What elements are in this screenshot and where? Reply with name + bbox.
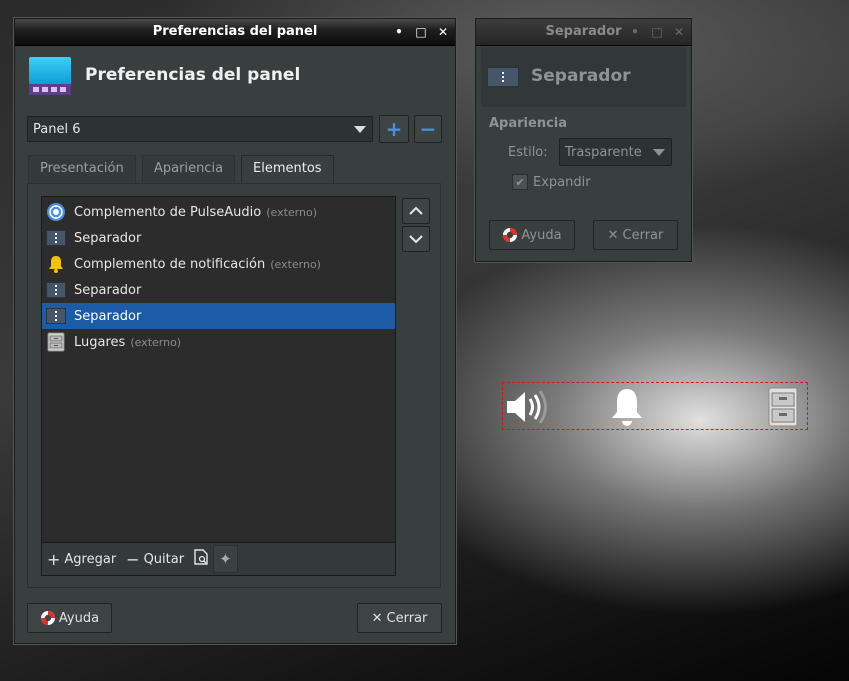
remove-item-button[interactable]: − Quitar (121, 545, 189, 573)
list-item-label: Complemento de notificación (74, 256, 266, 272)
close-button[interactable]: ✕ Cerrar (593, 220, 678, 250)
list-item-label: Separador (74, 282, 142, 298)
list-toolbar: + Agregar − Quitar ✦ (42, 542, 395, 575)
chevron-down-icon (354, 126, 366, 133)
window-titlebar[interactable]: Preferencias del panel • □ ✕ (15, 19, 455, 46)
section-label: Apariencia (489, 116, 568, 131)
list-item[interactable]: Complemento de PulseAudio (externo) (42, 199, 395, 225)
bell-icon[interactable] (609, 386, 645, 428)
page-title: Preferencias del panel (85, 65, 301, 85)
close-button[interactable]: ✕ Cerrar (357, 603, 442, 633)
remove-panel-button[interactable]: − (414, 115, 442, 143)
dialog-title: Separador (531, 66, 631, 86)
tab-elementos[interactable]: Elementos (241, 155, 334, 184)
item-properties-button[interactable] (189, 545, 213, 573)
separator-icon (46, 306, 66, 326)
list-item[interactable]: Separador (42, 225, 395, 251)
help-button[interactable]: Ayuda (489, 220, 575, 250)
list-item[interactable]: Complemento de notificación (externo) (42, 251, 395, 277)
chevron-up-icon (409, 206, 423, 215)
help-label: Ayuda (58, 610, 100, 626)
tab-presentacion[interactable]: Presentación (28, 155, 136, 183)
move-down-button[interactable] (402, 226, 430, 252)
close-label: Cerrar (386, 610, 428, 626)
list-item-label: Lugares (74, 334, 126, 350)
volume-icon[interactable] (505, 387, 549, 427)
tab-label: Apariencia (154, 161, 224, 176)
list-item-label: Separador (74, 308, 142, 324)
pulseaudio-icon (46, 202, 66, 222)
style-select-value: Trasparente (565, 144, 642, 160)
remove-item-label: Quitar (143, 551, 185, 567)
dialog-header: Separador (481, 47, 686, 107)
plus-icon: + (385, 117, 403, 141)
add-item-button[interactable]: + Agregar (42, 545, 121, 573)
list-item-extra: (externo) (266, 205, 317, 219)
help-button[interactable]: Ayuda (27, 603, 112, 633)
list-item-label: Separador (74, 230, 142, 246)
minimize-icon[interactable]: • (629, 19, 641, 45)
checkbox-checked-icon: ✔ (512, 174, 528, 190)
expand-checkbox[interactable]: ✔ Expandir (512, 174, 591, 190)
list-item-selected[interactable]: Separador (42, 303, 395, 329)
list-item-label: Complemento de PulseAudio (74, 204, 262, 220)
places-icon[interactable] (767, 386, 799, 428)
tab-label: Presentación (40, 161, 124, 176)
minus-icon: − (126, 549, 140, 569)
separator-window: Separador • □ ✕ Separador Apariencia Est… (475, 18, 692, 262)
separator-icon (46, 228, 66, 248)
window-title: Separador (545, 24, 622, 39)
add-item-label: Agregar (64, 551, 117, 567)
chevron-down-icon (653, 149, 665, 156)
tab-apariencia[interactable]: Apariencia (142, 155, 236, 183)
style-select[interactable]: Trasparente (559, 138, 672, 166)
plus-icon: + (47, 549, 61, 569)
document-icon (194, 549, 208, 569)
panel-app-icon (29, 57, 71, 97)
panel-preview[interactable] (502, 382, 808, 430)
maximize-icon[interactable]: □ (415, 19, 427, 45)
list-item-extra: (externo) (130, 335, 182, 349)
list-item[interactable]: Lugares (externo) (42, 329, 395, 355)
maximize-icon[interactable]: □ (651, 19, 663, 45)
close-icon[interactable]: ✕ (673, 19, 685, 45)
minimize-icon[interactable]: • (393, 19, 405, 45)
list-item[interactable]: Separador (42, 277, 395, 303)
tab-label: Elementos (253, 161, 322, 176)
style-label: Estilo: (508, 145, 548, 160)
item-about-button[interactable]: ✦ (213, 545, 238, 573)
expand-label: Expandir (533, 174, 591, 190)
close-label: Cerrar (622, 227, 664, 243)
separator-icon (46, 280, 66, 300)
lifebuoy-icon (503, 228, 518, 242)
panel-preferences-window: Preferencias del panel • □ ✕ Preferencia… (14, 18, 456, 644)
items-list[interactable]: Complemento de PulseAudio (externo) Sepa… (41, 196, 396, 576)
close-icon[interactable]: ✕ (437, 19, 449, 45)
window-titlebar[interactable]: Separador • □ ✕ (476, 19, 691, 46)
window-title: Preferencias del panel (152, 24, 318, 39)
bell-icon (46, 254, 66, 274)
close-icon: ✕ (371, 610, 383, 626)
chevron-down-icon (409, 235, 423, 244)
close-icon: ✕ (607, 227, 619, 243)
panel-select-value: Panel 6 (33, 121, 81, 137)
minus-icon: − (419, 117, 437, 141)
lifebuoy-icon (40, 611, 55, 625)
help-label: Ayuda (521, 227, 562, 243)
list-item-extra: (externo) (270, 257, 321, 271)
add-panel-button[interactable]: + (379, 115, 409, 143)
separator-icon (487, 67, 519, 87)
panel-select[interactable]: Panel 6 (27, 116, 373, 142)
sparkle-icon: ✦ (219, 550, 232, 568)
move-up-button[interactable] (402, 198, 430, 224)
places-icon (46, 332, 66, 352)
